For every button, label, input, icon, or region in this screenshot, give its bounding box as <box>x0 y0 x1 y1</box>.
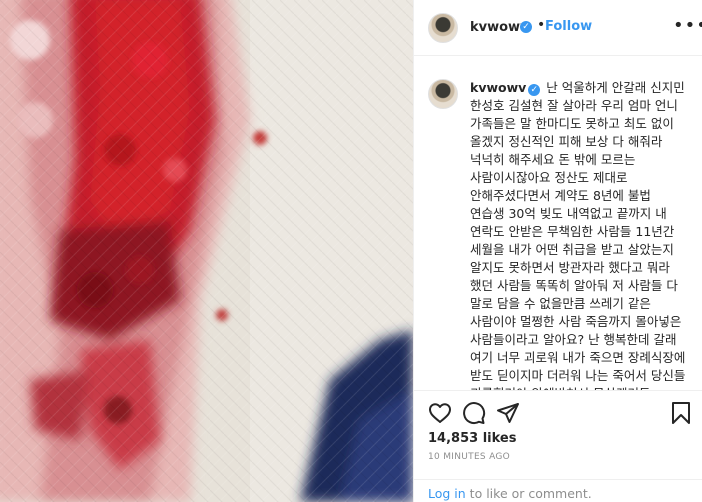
caption-avatar[interactable] <box>428 79 458 109</box>
bookmark-icon[interactable] <box>669 401 693 425</box>
login-link[interactable]: Log in <box>428 486 466 501</box>
post-photo[interactable] <box>0 0 413 502</box>
caption-text: kvwowv ✓ 난 억울하게 안갈래 신지민 한성호 김설현 잘 살아라 우리 … <box>470 79 688 390</box>
follow-button[interactable]: Follow <box>545 19 592 34</box>
verified-badge-icon: ✓ <box>528 84 541 96</box>
paper-plane-icon[interactable] <box>496 401 520 425</box>
more-options-icon[interactable]: ••• <box>673 15 702 36</box>
caption-username-link[interactable]: kvwowv <box>470 80 526 95</box>
post-timestamp: 10 MINUTES AGO <box>428 452 511 462</box>
action-bar: 14,853 likes 10 MINUTES AGO Log in to li… <box>414 390 702 502</box>
likes-count[interactable]: 14,853 likes <box>428 431 516 446</box>
heart-outline-icon[interactable] <box>428 401 452 425</box>
verified-badge-icon: ✓ <box>520 21 532 33</box>
caption-area: kvwowv ✓ 난 억울하게 안갈래 신지민 한성호 김설현 잘 살아라 우리 … <box>414 57 702 390</box>
post-sidebar: kvwowv ✓ • Follow ••• kvwowv✓ 난 억울하게 안갈래… <box>413 0 702 502</box>
instagram-post: kvwowv ✓ • Follow ••• kvwowv✓ 난 억울하게 안갈래… <box>0 0 702 502</box>
login-prompt: Log in to like or comment. <box>414 479 702 502</box>
caption-body: 난 억울하게 안갈래 신지민 한성호 김설현 잘 살아라 우리 엄마 언니 가족… <box>470 80 686 390</box>
login-suffix: to like or comment. <box>465 486 592 501</box>
speech-bubble-icon[interactable] <box>462 401 486 425</box>
pixelated-image <box>0 0 413 502</box>
avatar[interactable] <box>428 13 458 43</box>
post-header: kvwowv ✓ • Follow ••• <box>414 0 702 56</box>
